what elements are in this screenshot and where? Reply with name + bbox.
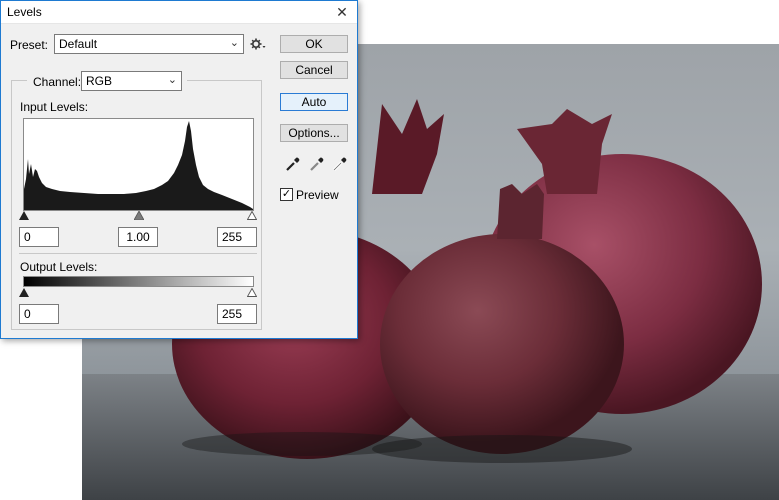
pomegranate-right-crown [517, 109, 612, 194]
ok-button[interactable]: OK [280, 35, 348, 53]
preset-value: Default [59, 37, 98, 51]
output-gradient-bar [23, 276, 254, 287]
preset-label: Preset: [10, 38, 49, 52]
output-white-slider[interactable] [247, 288, 257, 297]
shadow [182, 432, 422, 456]
channel-label: Channel: [33, 75, 82, 89]
cancel-button[interactable]: Cancel [280, 61, 348, 79]
chevron-down-icon: ⌄ [167, 74, 177, 86]
preview-checkbox[interactable]: ✓ [280, 188, 293, 201]
histogram [23, 118, 254, 211]
input-white-field[interactable]: 255 [217, 227, 257, 247]
histogram-graph [24, 121, 253, 210]
channel-select[interactable]: RGB ⌄ [81, 71, 182, 91]
gear-icon[interactable] [250, 37, 266, 51]
eyedropper-white-icon[interactable] [332, 156, 348, 172]
preset-select[interactable]: Default ⌄ [54, 34, 244, 54]
levels-dialog: Levels ✕ Preset: Default ⌄ OK Cancel Aut… [0, 0, 358, 339]
input-gamma-slider[interactable] [134, 211, 144, 220]
preview-label: Preview [296, 188, 339, 202]
divider [19, 253, 257, 254]
title-bar: Levels ✕ [1, 1, 357, 24]
output-white-field[interactable]: 255 [217, 304, 257, 324]
options-button[interactable]: Options... [280, 124, 348, 142]
eyedropper-gray-icon[interactable] [309, 156, 325, 172]
eyedropper-black-icon[interactable] [285, 156, 301, 172]
pomegranate-left-crown [372, 99, 444, 194]
input-black-slider[interactable] [19, 211, 29, 220]
auto-button[interactable]: Auto [280, 93, 348, 111]
output-levels-label: Output Levels: [20, 260, 98, 274]
input-white-slider[interactable] [247, 211, 257, 220]
channel-value: RGB [86, 74, 113, 88]
pomegranate-front [380, 234, 624, 454]
output-black-slider[interactable] [19, 288, 29, 297]
input-black-field[interactable]: 0 [19, 227, 59, 247]
input-gamma-field[interactable]: 1.00 [118, 227, 158, 247]
close-button[interactable]: ✕ [327, 1, 357, 23]
window-title: Levels [7, 5, 42, 19]
chevron-down-icon: ⌄ [229, 37, 239, 49]
output-black-field[interactable]: 0 [19, 304, 59, 324]
pomegranate-front-crown [497, 184, 544, 239]
input-levels-label: Input Levels: [20, 100, 89, 114]
